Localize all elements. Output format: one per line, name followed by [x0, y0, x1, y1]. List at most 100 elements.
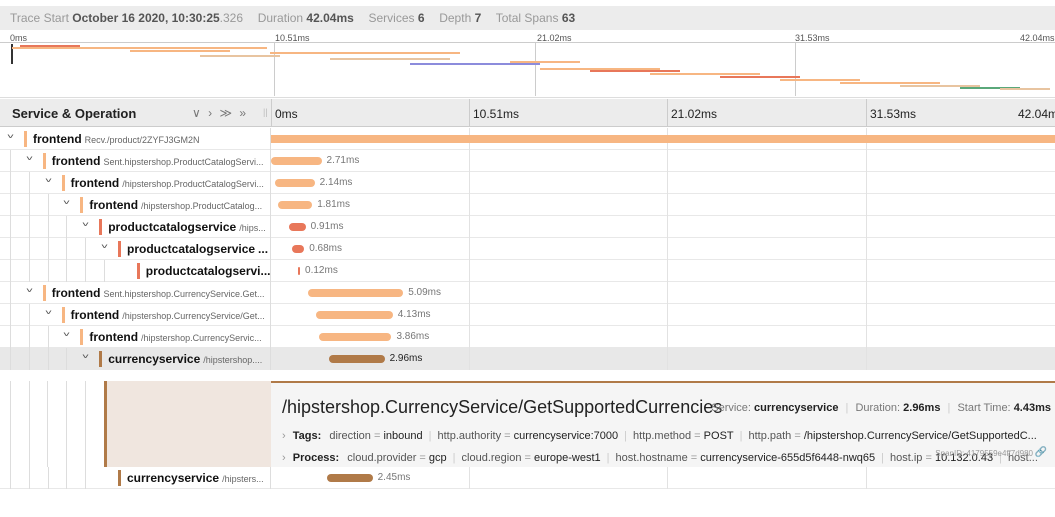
service-color-marker: [24, 131, 27, 147]
span-name-cell[interactable]: productcatalogservi...: [0, 260, 271, 282]
operation-label: Recv./product/2ZYFJ3GM2N: [84, 135, 200, 145]
span-timeline-cell[interactable]: 2.45ms: [271, 467, 1055, 489]
service-color-marker: [80, 197, 84, 213]
span-bar[interactable]: [319, 333, 392, 341]
chevron-down-icon[interactable]: v: [102, 243, 108, 250]
chevron-down-icon[interactable]: v: [26, 287, 32, 294]
span-row[interactable]: v frontend/hipstershop.CurrencyServic... 3…: [0, 326, 1055, 348]
span-name-cell[interactable]: v frontend/hipstershop.CurrencyService/Ge…: [0, 304, 271, 326]
trace-minimap[interactable]: 0ms 10.51ms 21.02ms 31.53ms 42.04ms: [0, 30, 1055, 98]
minimap-tick-2: 21.02ms: [537, 33, 572, 43]
span-row[interactable]: v frontend Recv./product/2ZYFJ3GM2N: [0, 128, 1055, 150]
trace-header: Trace Start October 16 2020, 10:30:25.32…: [0, 6, 1055, 30]
span-row[interactable]: v frontend Sent.hipstershop.CurrencyServic…: [0, 282, 1055, 304]
span-bar[interactable]: [278, 201, 313, 209]
span-row[interactable]: productcatalogservi... 0.12ms: [0, 260, 1055, 282]
span-name-cell[interactable]: v productcatalogservice...: [0, 238, 271, 260]
detail-start-time: 4.43ms: [1013, 402, 1051, 414]
chevron-right-icon[interactable]: ›: [282, 452, 286, 464]
span-name-cell[interactable]: v currencyservice/hipstershop....: [0, 348, 271, 370]
span-name-cell[interactable]: v productcatalogservice/hips...: [0, 216, 271, 238]
span-timeline-cell[interactable]: 1.81ms: [271, 194, 1055, 216]
span-row[interactable]: v frontend Sent.hipstershop.ProductCatalog…: [0, 150, 1055, 172]
span-name-cell[interactable]: v frontend Sent.hipstershop.ProductCatalog…: [0, 150, 271, 172]
span-name-cell[interactable]: v frontend Sent.hipstershop.CurrencyServic…: [0, 282, 271, 304]
span-row[interactable]: v productcatalogservice/hips... 0.91ms: [0, 216, 1055, 238]
span-bar[interactable]: [326, 474, 373, 482]
span-bar[interactable]: [298, 267, 301, 275]
service-name: productcatalogservice/hips...: [108, 220, 266, 234]
span-duration-label: 4.13ms: [397, 309, 431, 320]
span-name-cell[interactable]: v frontend/hipstershop.ProductCatalog...: [0, 194, 271, 216]
span-timeline-cell[interactable]: 2.71ms: [271, 150, 1055, 172]
chevron-down-icon[interactable]: v: [26, 155, 32, 162]
span-bar[interactable]: [308, 289, 404, 297]
span-bar[interactable]: [315, 311, 393, 319]
span-id: SpanID: 4179559e4ff7d980: [935, 449, 1033, 458]
service-color-marker: [61, 307, 65, 323]
span-bar[interactable]: [271, 135, 1055, 143]
chevron-right-icon[interactable]: ›: [282, 430, 286, 442]
service-name: frontend Sent.hipstershop.CurrencyService…: [52, 286, 265, 300]
span-bar[interactable]: [274, 179, 315, 187]
minimap-span: [20, 45, 80, 47]
span-timeline-cell[interactable]: 3.86ms: [271, 326, 1055, 348]
collapse-expand-controls[interactable]: ∨ › ≫ »: [192, 106, 248, 120]
chevron-down-icon[interactable]: v: [8, 133, 14, 140]
span-bar[interactable]: [291, 245, 305, 253]
span-row[interactable]: v frontend/hipstershop.CurrencyService/Ge…: [0, 304, 1055, 326]
service-color-marker: [136, 263, 140, 279]
kv-value: europe-west1: [534, 452, 601, 464]
span-bar[interactable]: [271, 157, 322, 165]
span-name-cell[interactable]: v frontend Recv./product/2ZYFJ3GM2N: [0, 128, 271, 150]
tags-row[interactable]: › Tags: direction = inbound | http.authori…: [282, 430, 1052, 442]
service-label: currencyservice: [127, 471, 220, 485]
services-count: 6: [417, 11, 425, 25]
timeline-header: Service & Operation ∨ › ≫ » || 0ms 10.51…: [0, 99, 1055, 127]
minimap-span: [330, 58, 450, 60]
chevron-down-icon[interactable]: v: [45, 177, 51, 184]
service-label: frontend: [51, 286, 101, 300]
span-row[interactable]: currencyservice/hipsters... 2.45ms: [0, 467, 1055, 489]
column-resizer[interactable]: ||: [263, 107, 268, 117]
trace-duration: 42.04ms: [306, 11, 354, 25]
span-row[interactable]: v frontend/hipstershop.ProductCatalogServ…: [0, 172, 1055, 194]
span-duration-label: 2.96ms: [389, 353, 423, 364]
link-icon[interactable]: 🔗: [1035, 447, 1047, 458]
minimap-span: [200, 55, 280, 57]
minimap-span: [410, 63, 540, 65]
span-timeline-cell[interactable]: [271, 128, 1055, 150]
service-name: frontend/hipstershop.ProductCatalog...: [89, 198, 262, 212]
span-name-cell[interactable]: currencyservice/hipsters...: [0, 467, 271, 489]
span-bar[interactable]: [329, 355, 385, 363]
span-timeline-cell[interactable]: 5.09ms: [271, 282, 1055, 304]
span-row[interactable]: v productcatalogservice... 0.68ms: [0, 238, 1055, 260]
span-name-cell[interactable]: v frontend/hipstershop.CurrencyServic...: [0, 326, 271, 348]
chevron-down-icon[interactable]: v: [64, 199, 70, 206]
minimap-span: [130, 50, 230, 52]
kv-key: host.hostname: [615, 452, 688, 464]
chevron-down-icon[interactable]: v: [45, 309, 51, 316]
minimap-span: [780, 79, 860, 81]
service-label: productcatalogservi...: [145, 264, 271, 278]
minimap-span: [12, 47, 267, 49]
span-timeline-cell[interactable]: 4.13ms: [271, 304, 1055, 326]
span-timeline-cell[interactable]: 0.12ms: [271, 260, 1055, 282]
span-timeline-cell[interactable]: 2.96ms: [271, 348, 1055, 370]
span-row[interactable]: v frontend/hipstershop.ProductCatalog... 1…: [0, 194, 1055, 216]
process-row[interactable]: › Process: cloud.provider = gcp | cloud.re…: [282, 452, 1042, 464]
service-name: frontend Sent.hipstershop.ProductCatalogS…: [52, 154, 264, 168]
span-duration-label: 2.45ms: [377, 472, 411, 483]
chevron-down-icon[interactable]: v: [64, 331, 70, 338]
chevron-down-icon[interactable]: v: [83, 353, 89, 360]
span-bar[interactable]: [288, 223, 306, 231]
span-timeline-cell[interactable]: 0.91ms: [271, 216, 1055, 238]
span-row[interactable]: v currencyservice/hipstershop.... 2.96ms: [0, 348, 1055, 370]
minimap-span: [720, 76, 800, 78]
span-name-cell[interactable]: v frontend/hipstershop.ProductCatalogServ…: [0, 172, 271, 194]
minimap-span: [650, 73, 760, 75]
chevron-down-icon[interactable]: v: [83, 221, 89, 228]
service-name: frontend Recv./product/2ZYFJ3GM2N: [33, 132, 200, 146]
span-timeline-cell[interactable]: 2.14ms: [271, 172, 1055, 194]
span-timeline-cell[interactable]: 0.68ms: [271, 238, 1055, 260]
